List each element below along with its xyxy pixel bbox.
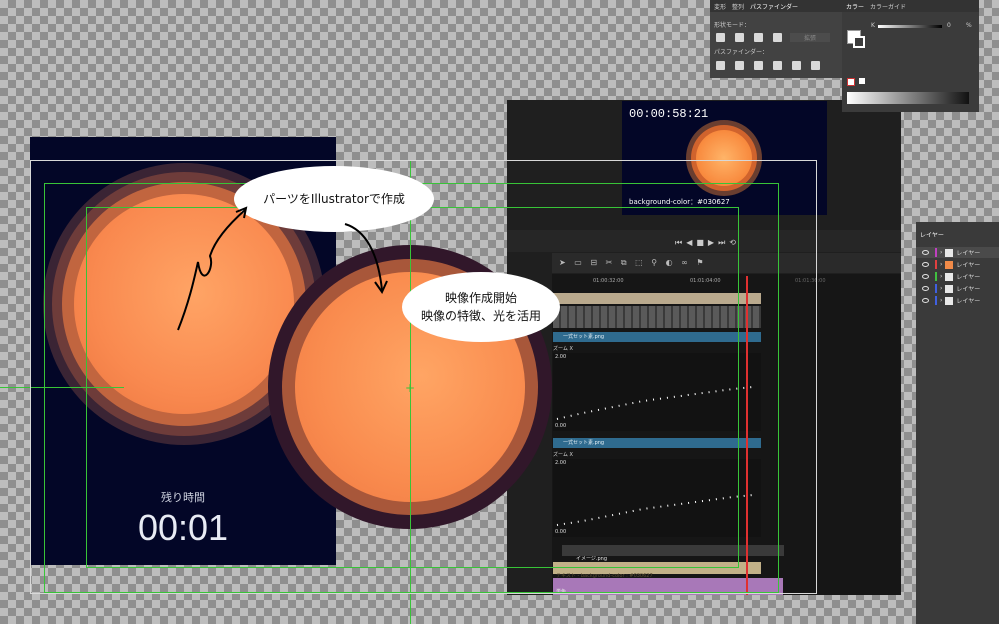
layer-row-4[interactable]: › レイヤー bbox=[916, 283, 999, 294]
trim-button[interactable] bbox=[735, 61, 744, 70]
layers-title: レイヤー bbox=[920, 232, 944, 239]
minus-front-button[interactable] bbox=[735, 33, 744, 42]
tab-transform[interactable]: 変形 bbox=[714, 2, 726, 11]
tab-color[interactable]: カラー bbox=[846, 2, 864, 11]
white-guide-frame bbox=[30, 160, 817, 594]
k-unit: % bbox=[966, 22, 972, 29]
white-swatch[interactable] bbox=[859, 78, 865, 84]
annotation-2-line1: 映像作成開始 bbox=[444, 291, 517, 305]
visibility-eye-icon[interactable] bbox=[922, 250, 929, 255]
shape-mode-label: 形状モード： bbox=[714, 22, 751, 29]
annotation-1-text: パーツをIllustratorで作成 bbox=[263, 192, 405, 206]
divide-button[interactable] bbox=[716, 61, 725, 70]
channel-k-label: K bbox=[871, 22, 875, 29]
pathfinder-tabs: 変形 整列 パスファインダー bbox=[710, 0, 842, 12]
exclude-button[interactable] bbox=[773, 33, 782, 42]
pathfinder-label: パスファインダー： bbox=[714, 49, 769, 56]
k-slider[interactable] bbox=[878, 25, 942, 28]
layer-row-5[interactable]: › レイヤー bbox=[916, 295, 999, 306]
expand-chevron-icon[interactable]: › bbox=[940, 261, 942, 268]
layer-2-name: レイヤー bbox=[956, 262, 981, 269]
tab-align[interactable]: 整列 bbox=[732, 2, 744, 11]
merge-button[interactable] bbox=[754, 61, 763, 70]
k-value[interactable]: 0 bbox=[947, 22, 951, 29]
tab-pathfinder[interactable]: パスファインダー bbox=[750, 2, 798, 11]
color-panel: カラー カラーガイド K 0 % bbox=[842, 0, 979, 112]
preview-timecode: 00:00:58:21 bbox=[629, 107, 709, 121]
expand-button[interactable]: 拡張 bbox=[790, 33, 830, 42]
minus-back-button[interactable] bbox=[811, 61, 820, 70]
unite-button[interactable] bbox=[716, 33, 725, 42]
expand-chevron-icon[interactable]: › bbox=[940, 249, 942, 256]
visibility-eye-icon[interactable] bbox=[922, 274, 929, 279]
outline-button[interactable] bbox=[792, 61, 801, 70]
layer-4-name: レイヤー bbox=[956, 286, 981, 293]
layer-5-name: レイヤー bbox=[956, 298, 981, 305]
layer-3-name: レイヤー bbox=[956, 274, 981, 281]
visibility-eye-icon[interactable] bbox=[922, 298, 929, 303]
expand-chevron-icon[interactable]: › bbox=[940, 273, 942, 280]
tab-color-guide[interactable]: カラーガイド bbox=[870, 2, 906, 11]
none-swatch[interactable] bbox=[847, 78, 855, 86]
layer-row-3[interactable]: › レイヤー bbox=[916, 271, 999, 282]
color-spectrum-bar[interactable] bbox=[847, 92, 969, 104]
pathfinder-panel: 変形 整列 パスファインダー 形状モード： 拡張 パスファインダー： bbox=[710, 0, 842, 78]
annotation-bubble-1: パーツをIllustratorで作成 bbox=[234, 166, 434, 232]
intersect-button[interactable] bbox=[754, 33, 763, 42]
stroke-swatch[interactable] bbox=[853, 36, 865, 48]
color-tabs: カラー カラーガイド bbox=[842, 0, 979, 12]
layer-1-name: レイヤー bbox=[956, 250, 981, 257]
crop-button[interactable] bbox=[773, 61, 782, 70]
annotation-bubble-2: 映像作成開始 映像の特徴、光を活用 bbox=[402, 272, 560, 342]
layer-row-1[interactable]: › レイヤー bbox=[916, 247, 999, 258]
expand-chevron-icon[interactable]: › bbox=[940, 285, 942, 292]
visibility-eye-icon[interactable] bbox=[922, 286, 929, 291]
annotation-2-line2: 映像の特徴、光を活用 bbox=[420, 309, 541, 323]
layers-panel: レイヤー › レイヤー › レイヤー › レイヤー › レイヤー › レイヤー bbox=[916, 222, 999, 624]
visibility-eye-icon[interactable] bbox=[922, 262, 929, 267]
expand-chevron-icon[interactable]: › bbox=[940, 297, 942, 304]
layer-row-2[interactable]: › レイヤー bbox=[916, 259, 999, 270]
